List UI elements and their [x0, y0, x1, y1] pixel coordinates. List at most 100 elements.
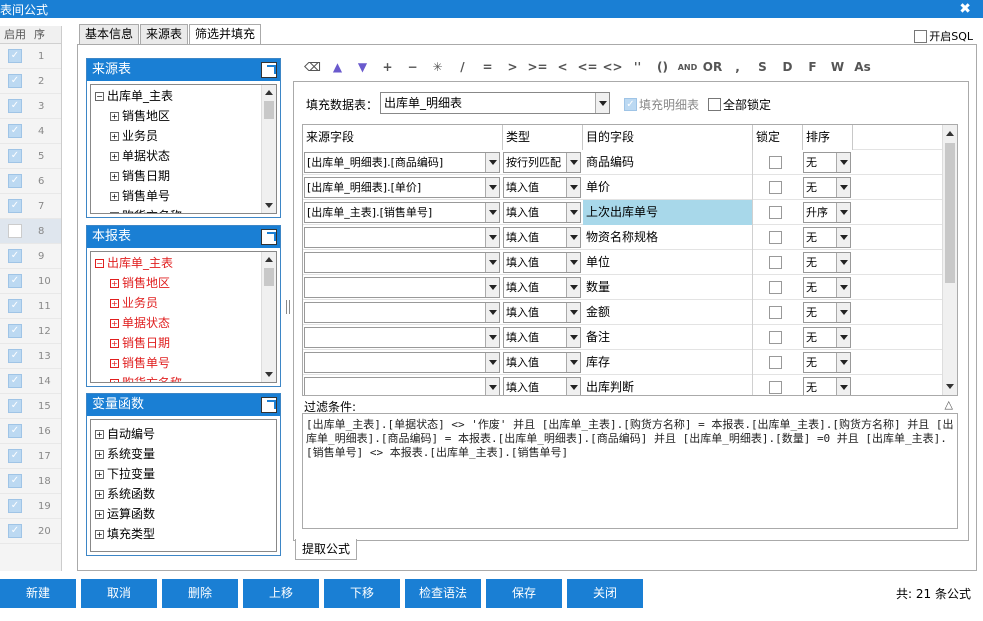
tree-node[interactable]: + 系统函数	[95, 484, 276, 504]
expand-icon[interactable]: +	[95, 489, 104, 499]
tree-node[interactable]: + 业务员	[95, 126, 276, 146]
mapping-row[interactable]: 填入值 备注 无	[303, 325, 943, 350]
delete-button[interactable]: 删除	[162, 579, 238, 608]
expand-icon[interactable]: +	[110, 278, 119, 288]
popout-icon[interactable]	[261, 397, 277, 413]
sort-select[interactable]: 无	[803, 252, 851, 273]
formula-row[interactable]: 8	[0, 219, 61, 244]
sort-select[interactable]: 无	[803, 227, 851, 248]
chevron-down-icon[interactable]	[836, 353, 850, 372]
expand-icon[interactable]: +	[110, 298, 119, 308]
enabled-checkbox[interactable]: ✓	[8, 274, 22, 288]
fill-detail-checkbox[interactable]: ✓ 填充明细表	[624, 96, 699, 113]
chevron-down-icon[interactable]	[566, 203, 580, 222]
enabled-checkbox[interactable]: ✓	[8, 474, 22, 488]
formula-row[interactable]: ✓ 11	[0, 294, 61, 319]
fill-table-select[interactable]: 出库单_明细表	[380, 92, 610, 114]
mapping-row[interactable]: 填入值 物资名称规格 无	[303, 225, 943, 250]
new-button[interactable]: 新建	[0, 579, 76, 608]
expand-icon[interactable]: +	[110, 338, 119, 348]
chevron-down-icon[interactable]	[485, 378, 499, 395]
chevron-down-icon[interactable]	[485, 253, 499, 272]
operator-button[interactable]: AND	[675, 63, 700, 72]
mapping-row[interactable]: [出库单_明细表].[商品编码] 按行列匹配 商品编码 无	[303, 150, 943, 175]
tree-node[interactable]: + 销售单号	[95, 186, 276, 206]
chevron-down-icon[interactable]	[836, 203, 850, 222]
popout-icon[interactable]	[261, 62, 277, 78]
enabled-checkbox[interactable]: ✓	[8, 499, 22, 513]
expand-icon[interactable]: +	[110, 111, 119, 121]
tree-node[interactable]: + 单据状态	[95, 313, 276, 333]
popout-icon[interactable]	[261, 229, 277, 245]
source-tree-scrollbar[interactable]	[261, 85, 276, 213]
cancel-button[interactable]: 取消	[81, 579, 157, 608]
tree-node[interactable]: + 运算函数	[95, 504, 276, 524]
operator-button[interactable]: D	[775, 60, 800, 74]
chevron-down-icon[interactable]	[485, 228, 499, 247]
expand-icon[interactable]: +	[110, 131, 119, 141]
lock-checkbox[interactable]	[769, 331, 782, 344]
tree-node[interactable]: − 出库单_主表	[95, 253, 276, 273]
current-tree-scrollbar[interactable]	[261, 252, 276, 382]
operator-button[interactable]: OR	[700, 60, 725, 74]
chevron-down-icon[interactable]	[485, 203, 499, 222]
lock-checkbox[interactable]	[769, 256, 782, 269]
formula-row[interactable]: ✓ 15	[0, 394, 61, 419]
expand-icon[interactable]: +	[110, 171, 119, 181]
chevron-down-icon[interactable]	[566, 178, 580, 197]
enabled-checkbox[interactable]: ✓	[8, 74, 22, 88]
tree-node[interactable]: + 销售日期	[95, 333, 276, 353]
source-field-select[interactable]	[304, 327, 500, 348]
type-select[interactable]: 填入值	[503, 177, 581, 198]
operator-button[interactable]: <	[550, 60, 575, 74]
lock-checkbox[interactable]	[769, 156, 782, 169]
lock-all-box[interactable]	[708, 98, 721, 111]
operator-button[interactable]: ''	[625, 60, 650, 74]
chevron-down-icon[interactable]	[836, 278, 850, 297]
mapping-row[interactable]: [出库单_主表].[销售单号] 填入值 上次出库单号 升序	[303, 200, 943, 225]
enabled-checkbox[interactable]: ✓	[8, 424, 22, 438]
chevron-down-icon[interactable]	[836, 378, 850, 395]
operator-button[interactable]: ✳	[425, 60, 450, 74]
operator-button[interactable]: ⌫	[300, 60, 325, 74]
enabled-checkbox[interactable]	[8, 224, 22, 238]
chevron-down-icon[interactable]	[485, 328, 499, 347]
source-field-select[interactable]: [出库单_主表].[销售单号]	[304, 202, 500, 223]
move-down-button[interactable]: 下移	[324, 579, 400, 608]
source-field-select[interactable]	[304, 277, 500, 298]
expand-icon[interactable]: +	[95, 429, 104, 439]
formula-row[interactable]: ✓ 3	[0, 94, 61, 119]
tree-node[interactable]: + 自动编号	[95, 424, 276, 444]
expand-icon[interactable]: +	[110, 318, 119, 328]
tab-basic-info[interactable]: 基本信息	[79, 24, 140, 44]
enabled-checkbox[interactable]: ✓	[8, 174, 22, 188]
chevron-down-icon[interactable]	[566, 153, 580, 172]
enabled-checkbox[interactable]: ✓	[8, 99, 22, 113]
sort-select[interactable]: 无	[803, 277, 851, 298]
tree-node[interactable]: + 系统变量	[95, 444, 276, 464]
sort-select[interactable]: 无	[803, 327, 851, 348]
tree-node[interactable]: +购货方名称	[95, 206, 276, 213]
chevron-down-icon[interactable]	[485, 303, 499, 322]
source-field-select[interactable]	[304, 227, 500, 248]
tree-node[interactable]: + 单据状态	[95, 146, 276, 166]
enabled-checkbox[interactable]: ✓	[8, 149, 22, 163]
lock-checkbox[interactable]	[769, 381, 782, 394]
close-icon[interactable]: ✖	[959, 0, 971, 18]
tree-node[interactable]: + 销售地区	[95, 273, 276, 293]
chevron-down-icon[interactable]	[485, 178, 499, 197]
collapse-icon[interactable]: △	[945, 398, 953, 411]
expand-icon[interactable]: +	[95, 529, 104, 539]
mapping-row[interactable]: 填入值 单位 无	[303, 250, 943, 275]
expand-icon[interactable]: +	[110, 191, 119, 201]
formula-row[interactable]: ✓ 18	[0, 469, 61, 494]
enabled-checkbox[interactable]: ✓	[8, 349, 22, 363]
lock-checkbox[interactable]	[769, 356, 782, 369]
chevron-down-icon[interactable]	[566, 303, 580, 322]
formula-row[interactable]: ✓ 20	[0, 519, 61, 544]
move-up-button[interactable]: 上移	[243, 579, 319, 608]
tree-node[interactable]: − 出库单_主表	[95, 86, 276, 106]
type-select[interactable]: 填入值	[503, 227, 581, 248]
sort-select[interactable]: 无	[803, 177, 851, 198]
enabled-checkbox[interactable]: ✓	[8, 524, 22, 538]
